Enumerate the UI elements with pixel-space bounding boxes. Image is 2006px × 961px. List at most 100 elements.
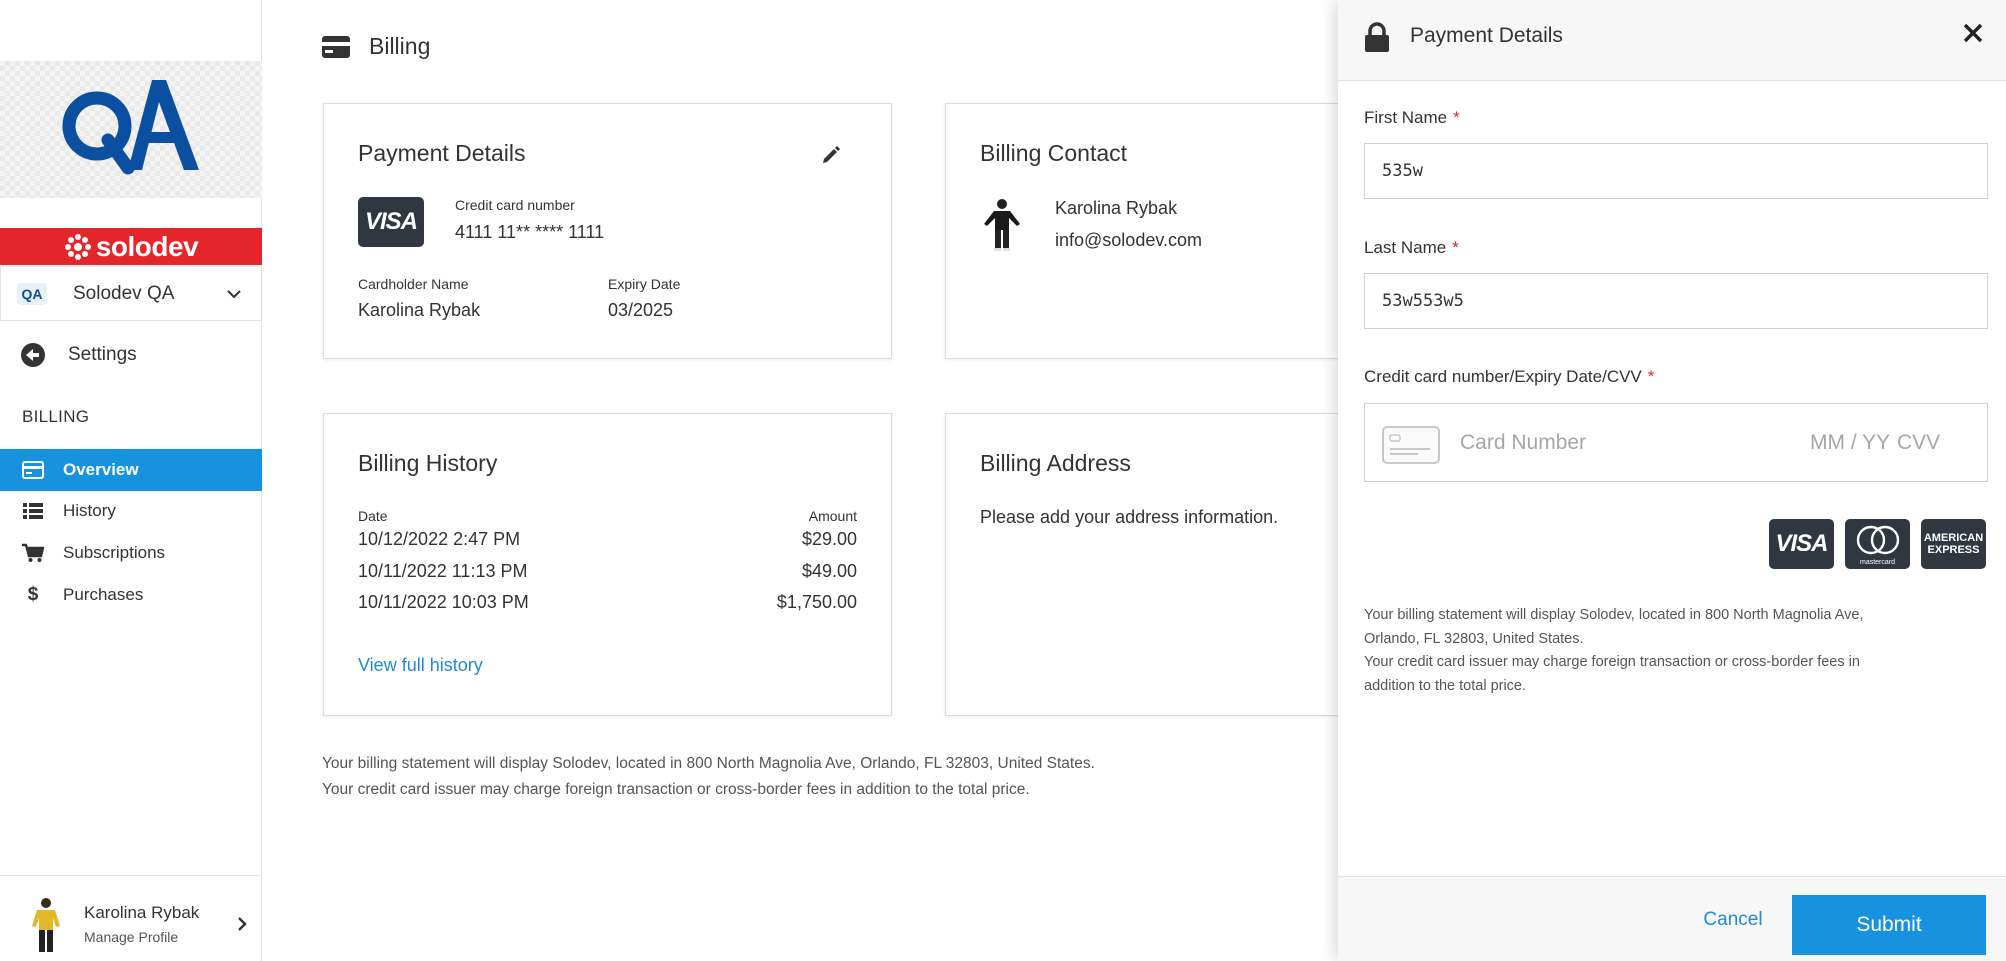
card-title: Billing Contact <box>980 140 1128 166</box>
required-marker: * <box>1452 238 1459 257</box>
drawer-header: Payment Details <box>1338 0 2006 81</box>
label-text: Last Name <box>1364 238 1447 257</box>
address-message: Please add your address information. <box>980 507 1279 527</box>
note-line: Your credit card issuer may charge forei… <box>1364 654 1860 670</box>
mastercard-icon: mastercard <box>1845 519 1910 569</box>
sidebar-item-overview[interactable]: Overview <box>0 449 262 491</box>
billing-section-label: BILLING <box>22 407 90 426</box>
billing-address-card: Billing Address Please add your address … <box>945 413 1345 716</box>
org-name: Solodev QA <box>73 282 175 304</box>
cc-number-label: Credit card number <box>455 197 575 213</box>
label-text: First Name <box>1364 108 1448 127</box>
billing-contact-card: Billing Contact Karolina Rybak info@solo… <box>945 103 1345 359</box>
view-full-history-link[interactable]: View full history <box>358 655 483 676</box>
first-name-label: First Name * <box>1364 108 1460 128</box>
brand-name: solodev <box>95 230 199 262</box>
close-icon[interactable] <box>1962 22 1984 44</box>
row-date: 10/11/2022 10:03 PM <box>358 592 529 612</box>
card-title: Billing Address <box>980 450 1131 476</box>
back-to-settings[interactable]: Settings <box>20 342 137 368</box>
profile-menu[interactable]: Karolina Rybak Manage Profile <box>0 875 262 961</box>
contact-name: Karolina Rybak <box>1055 198 1178 218</box>
submit-button[interactable]: Submit <box>1792 895 1986 955</box>
profile-name: Karolina Rybak <box>84 903 200 922</box>
billing-history-card: Billing History Date Amount 10/12/2022 2… <box>323 413 892 716</box>
avatar <box>32 898 60 952</box>
credit-card-label: Credit card number/Expiry Date/CVV * <box>1364 367 1654 387</box>
back-arrow-icon <box>21 343 45 367</box>
last-name-field[interactable] <box>1364 273 1988 329</box>
list-icon <box>22 503 44 519</box>
row-amount: $49.00 <box>801 561 857 581</box>
payment-details-drawer: Payment Details First Name * Last Name * C… <box>1338 0 2006 961</box>
footnote-line: Your credit card issuer may charge forei… <box>322 781 1030 798</box>
note-line: addition to the total price. <box>1364 677 1527 694</box>
generic-card-icon <box>1382 426 1440 464</box>
cart-icon <box>22 543 44 563</box>
sidebar: solodev QA Solodev QA Settings BILLING O… <box>0 0 262 961</box>
card-title: Billing History <box>358 450 498 476</box>
visa-card-icon: VISA <box>358 197 424 247</box>
sidebar-item-label: History <box>63 501 116 520</box>
solodev-brand-bar: solodev <box>0 228 262 265</box>
drawer-title: Payment Details <box>1410 24 1563 47</box>
card-number-input[interactable]: Card Number <box>1460 431 1586 455</box>
row-date: 10/11/2022 11:13 PM <box>358 561 528 581</box>
expiry-label: Expiry Date <box>608 276 681 292</box>
card-icon <box>22 461 44 479</box>
org-logo-area <box>0 61 262 198</box>
cancel-button[interactable]: Cancel <box>1668 877 1798 961</box>
payment-details-card: Payment Details VISA Credit card number … <box>323 103 892 359</box>
drawer-footer: Cancel Submit <box>1338 876 2006 961</box>
dollar-icon: $ <box>27 584 39 605</box>
row-amount: $29.00 <box>801 529 857 549</box>
sidebar-item-purchases[interactable]: $ Purchases <box>0 574 262 616</box>
row-amount: $1,750.00 <box>776 592 857 612</box>
footnote-line: Your billing statement will display Solo… <box>322 755 1095 772</box>
visa-icon: VISA <box>1769 519 1834 569</box>
credit-card-field[interactable]: Card Number MM / YY CVV <box>1364 403 1988 482</box>
card-title: Payment Details <box>358 140 526 166</box>
cardholder-label: Cardholder Name <box>358 276 469 292</box>
qa-logo <box>62 80 199 175</box>
accepted-cards: VISA mastercard AMERICAN EXPRESS <box>1769 519 1986 569</box>
billing-card-icon <box>322 35 350 58</box>
sidebar-item-label: Overview <box>63 460 139 479</box>
page-title: Billing <box>369 33 431 59</box>
sidebar-item-label: Subscriptions <box>63 543 166 562</box>
lock-icon <box>1365 22 1389 52</box>
cc-number-value: 4111 11** **** 1111 <box>455 222 605 242</box>
chevron-right-icon <box>238 917 247 931</box>
contact-email: info@solodev.com <box>1055 230 1203 250</box>
contact-avatar <box>984 199 1020 251</box>
cardholder-value: Karolina Rybak <box>358 300 481 320</box>
card-expiry-input[interactable]: MM / YY <box>1810 431 1890 455</box>
amex-icon: AMERICAN EXPRESS <box>1921 519 1986 569</box>
manage-profile-label: Manage Profile <box>84 929 179 945</box>
solodev-star-icon <box>64 233 91 260</box>
required-marker: * <box>1453 108 1460 127</box>
billing-footnote: Your billing statement will display Solo… <box>322 751 1095 803</box>
table-row: 10/11/2022 11:13 PM $49.00 <box>358 561 857 582</box>
settings-label: Settings <box>68 344 137 365</box>
note-line: Orlando, FL 32803, United States. <box>1364 630 1584 647</box>
amount-column-header: Amount <box>808 508 857 524</box>
table-row: 10/11/2022 10:03 PM $1,750.00 <box>358 592 857 613</box>
mastercard-wordmark: mastercard <box>1859 559 1895 566</box>
pencil-icon[interactable] <box>821 144 841 164</box>
note-line: Your billing statement will display Solo… <box>1364 607 1864 623</box>
first-name-field[interactable] <box>1364 143 1988 199</box>
last-name-label: Last Name * <box>1364 238 1459 258</box>
org-switcher[interactable]: QA Solodev QA <box>0 266 262 321</box>
expiry-value: 03/2025 <box>608 300 674 320</box>
sidebar-item-subscriptions[interactable]: Subscriptions <box>0 532 262 574</box>
billing-statement-note: Your billing statement will display Solo… <box>1364 604 1944 698</box>
label-text: Credit card number/Expiry Date/CVV <box>1364 367 1642 386</box>
page-header: Billing <box>322 33 430 60</box>
required-marker: * <box>1647 367 1655 386</box>
sidebar-item-history[interactable]: History <box>0 490 262 532</box>
row-date: 10/12/2022 2:47 PM <box>358 529 521 549</box>
date-column-header: Date <box>358 508 388 524</box>
card-cvv-input[interactable]: CVV <box>1897 431 1940 455</box>
table-row: 10/12/2022 2:47 PM $29.00 <box>358 529 857 550</box>
